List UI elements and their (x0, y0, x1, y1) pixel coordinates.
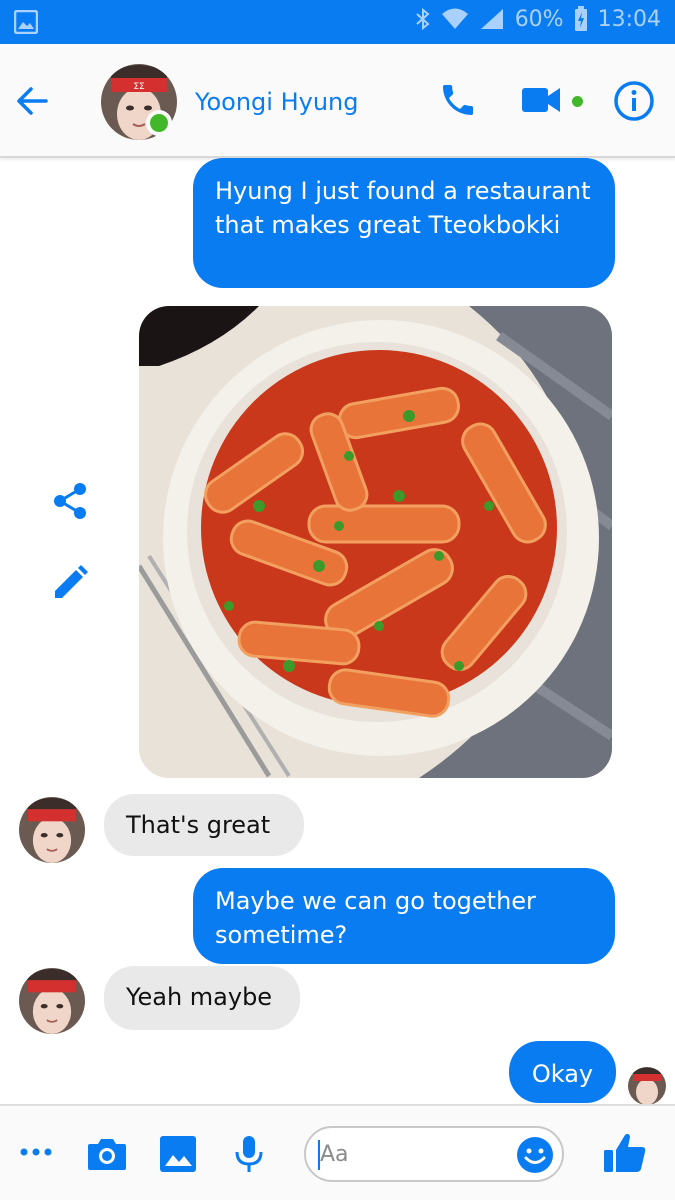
bluetooth-icon (415, 7, 431, 31)
outgoing-message[interactable]: Maybe we can go together sometime? (193, 868, 615, 964)
gallery-button[interactable] (158, 1134, 198, 1174)
incoming-message[interactable]: That's great (104, 794, 304, 856)
conversation-info-button[interactable] (613, 80, 655, 122)
share-icon (54, 483, 86, 519)
seen-indicator-avatar (628, 1067, 666, 1105)
voice-call-button[interactable] (438, 80, 478, 120)
video-call-button[interactable] (520, 82, 562, 118)
gallery-icon (160, 1136, 196, 1172)
battery-charging-icon (574, 6, 588, 32)
voice-message-button[interactable] (232, 1134, 266, 1174)
back-arrow-icon (17, 87, 48, 115)
contact-name[interactable]: Yoongi Hyung (195, 88, 359, 116)
text-cursor (318, 1140, 320, 1170)
outgoing-message[interactable]: Hyung I just found a restaurant that mak… (193, 158, 615, 288)
share-button[interactable] (49, 480, 91, 522)
emoji-button[interactable] (516, 1136, 554, 1174)
emoji-icon (517, 1137, 553, 1173)
battery-percent: 60% (514, 6, 564, 32)
contact-avatar-small[interactable] (19, 968, 85, 1034)
message-composer (0, 1104, 675, 1200)
info-icon (614, 81, 654, 121)
clock: 13:04 (597, 6, 661, 32)
contact-avatar-small[interactable] (19, 797, 85, 863)
microphone-icon (235, 1136, 263, 1172)
outgoing-message[interactable]: Okay (509, 1041, 616, 1103)
gallery-notification-icon (14, 10, 38, 34)
wifi-icon (441, 7, 469, 31)
tteokbokki-photo[interactable] (139, 306, 612, 778)
svg-text:ΣΣ: ΣΣ (133, 82, 145, 92)
more-icon (20, 1148, 52, 1156)
pencil-icon (55, 565, 88, 598)
video-camera-icon (522, 88, 560, 112)
edit-button[interactable] (49, 562, 91, 604)
signal-icon (479, 7, 505, 31)
camera-icon (88, 1139, 126, 1170)
conversation-header: ΣΣ Yoongi Hyung (0, 44, 675, 158)
back-button[interactable] (12, 81, 52, 121)
online-status-indicator (146, 110, 172, 136)
phone-icon (443, 85, 473, 115)
more-actions-button[interactable] (18, 1134, 54, 1170)
thumbs-up-icon (604, 1133, 646, 1172)
camera-button[interactable] (86, 1134, 128, 1174)
like-button[interactable] (602, 1130, 648, 1176)
video-available-indicator (572, 96, 583, 107)
incoming-message[interactable]: Yeah maybe (104, 966, 300, 1030)
status-bar: 60% 13:04 (0, 0, 675, 44)
